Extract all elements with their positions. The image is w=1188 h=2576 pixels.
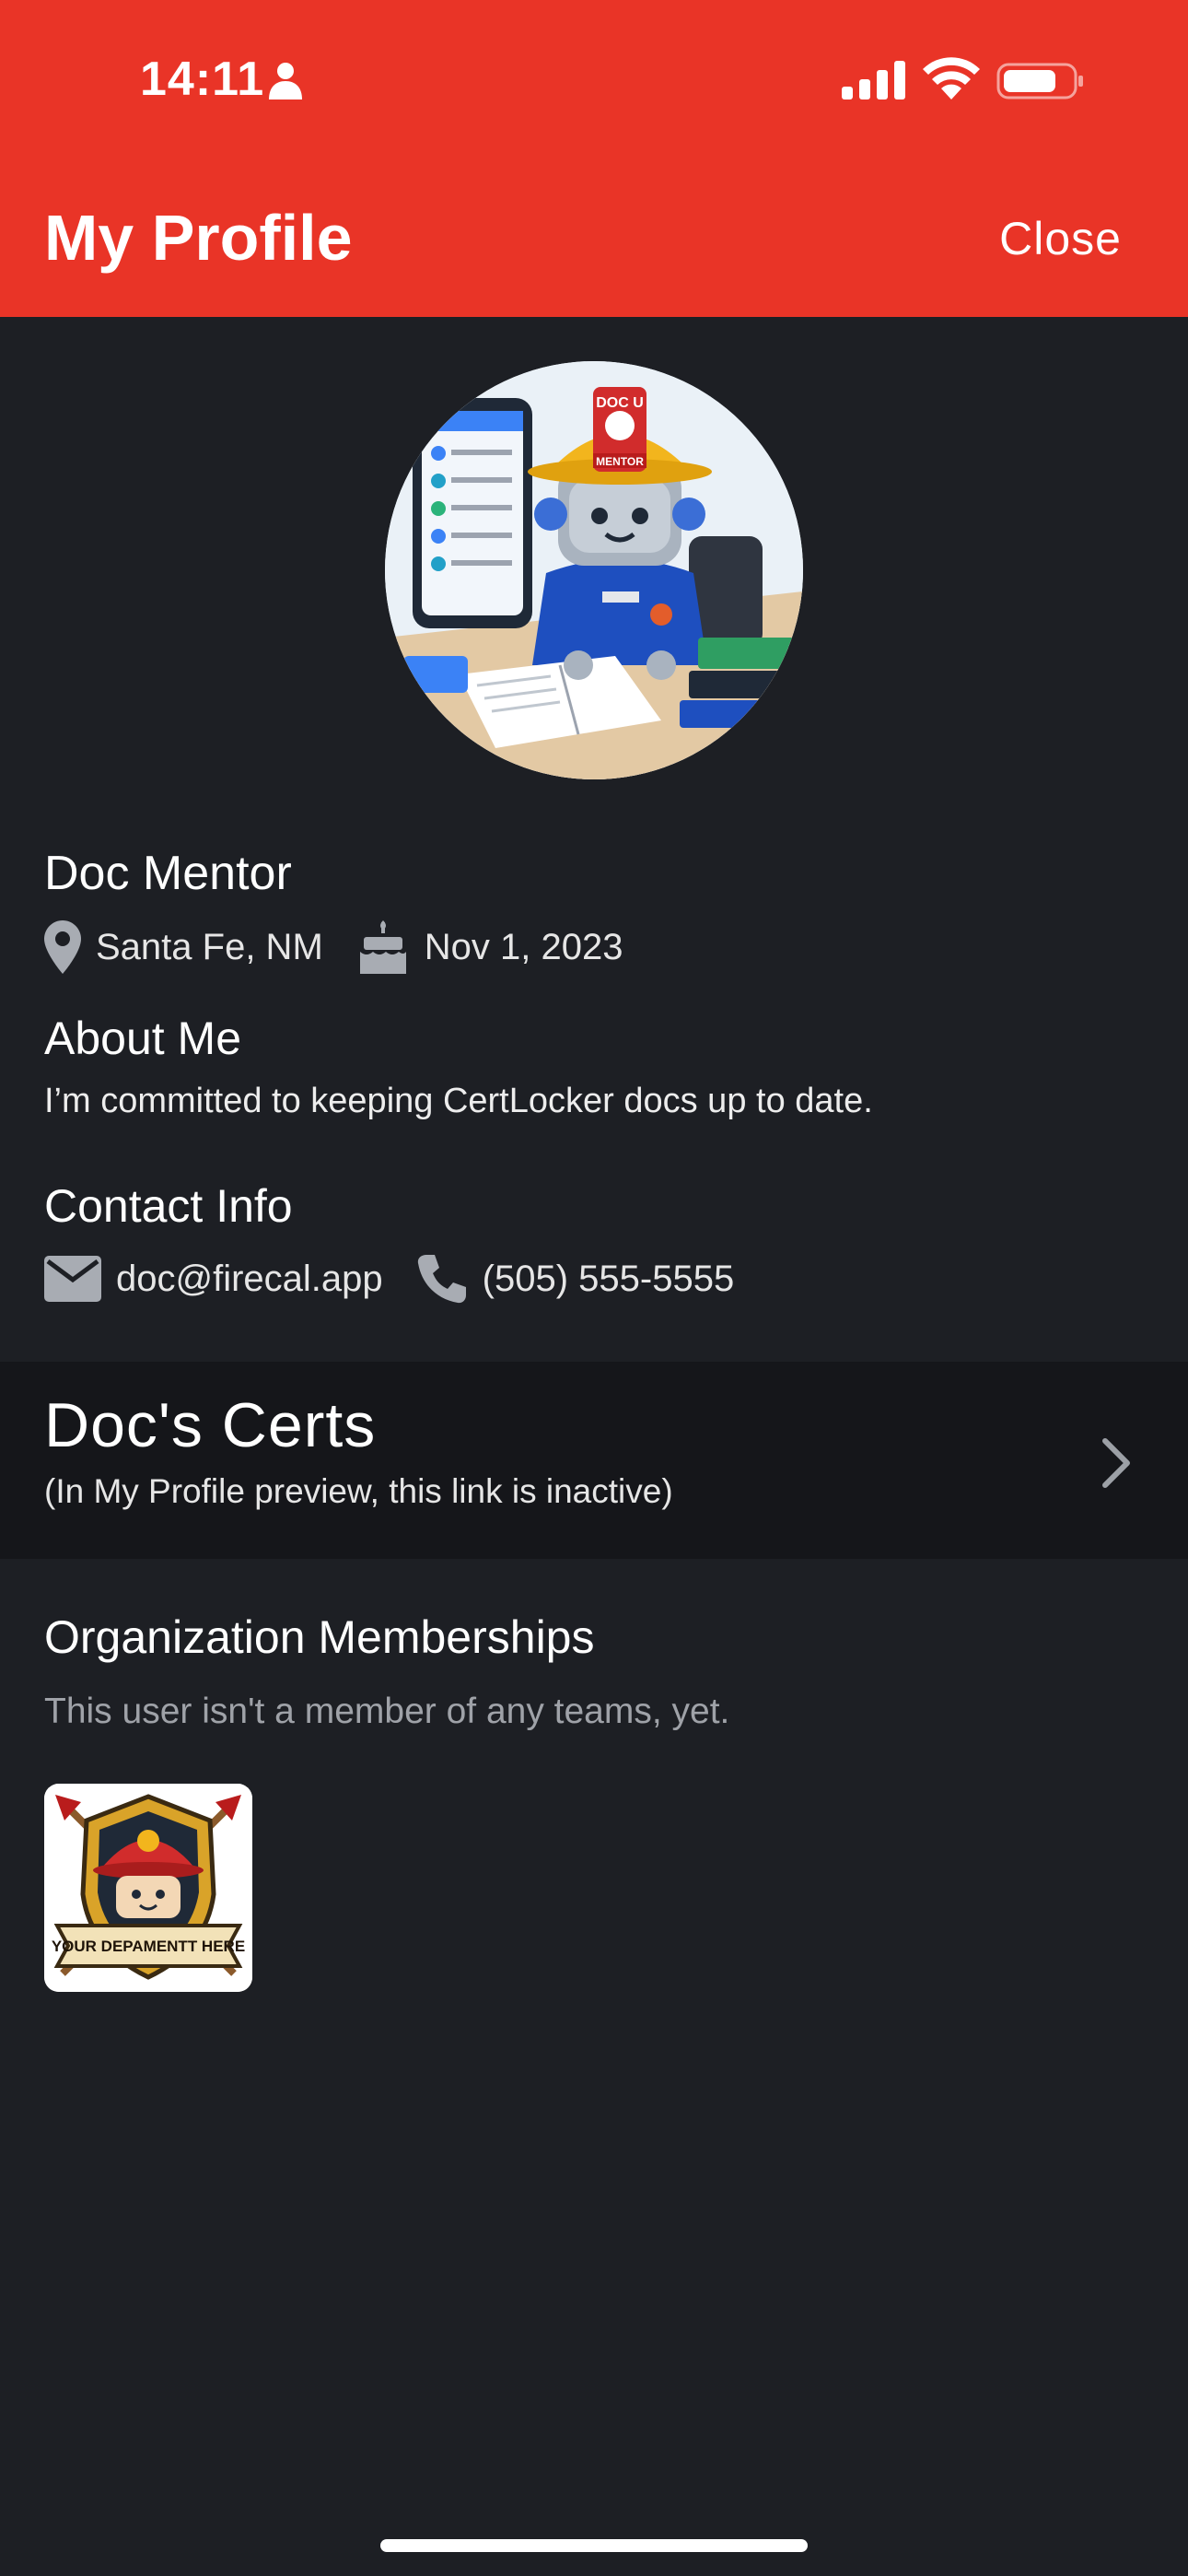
chevron-right-icon [1102, 1438, 1130, 1488]
phone-icon [417, 1255, 466, 1304]
contact-phone[interactable]: (505) 555-5555 [483, 1259, 735, 1300]
profile-avatar: DOC U MENTOR [385, 361, 803, 779]
close-button[interactable]: Close [999, 212, 1122, 265]
cellular-signal-icon [842, 61, 905, 100]
app-header: 14:11 My Profile Close [0, 0, 1188, 317]
certs-link-card[interactable]: Doc's Certs (In My Profile preview, this… [0, 1362, 1188, 1559]
wifi-icon [923, 57, 980, 100]
organizations-heading: Organization Memberships [44, 1611, 595, 1663]
profile-name: Doc Mentor [44, 847, 292, 900]
helmet-badge-text: DOC U [596, 395, 644, 411]
certs-subtitle: (In My Profile preview, this link is ina… [44, 1472, 673, 1510]
robot-firefighter-illustration: DOC U MENTOR [385, 361, 803, 779]
profile-meta-row: Santa Fe, NM Nov 1, 2023 [44, 912, 656, 982]
badge-banner-text: YOUR DEPAMENTT HERE [52, 1938, 245, 1955]
organizations-empty-text: This user isn't a member of any teams, y… [44, 1692, 730, 1731]
home-indicator[interactable] [380, 2539, 808, 2552]
firefighter-badge-illustration: YOUR DEPAMENTT HERE [44, 1784, 252, 1992]
cake-icon [359, 920, 406, 974]
status-time: 14:11 [140, 53, 265, 106]
about-text: I’m committed to keeping CertLocker docs… [44, 1082, 873, 1120]
profile-birthday: Nov 1, 2023 [424, 926, 623, 967]
envelope-icon [44, 1256, 101, 1302]
person-icon [269, 63, 302, 100]
map-pin-icon [44, 920, 81, 974]
about-heading: About Me [44, 1013, 242, 1064]
contact-row: doc@firecal.app (505) 555-5555 [44, 1244, 767, 1314]
battery-icon [996, 63, 1083, 100]
contact-heading: Contact Info [44, 1180, 293, 1232]
page-title: My Profile [44, 202, 353, 274]
certs-title: Doc's Certs [44, 1390, 377, 1460]
helmet-label-text: MENTOR [596, 455, 644, 468]
profile-location: Santa Fe, NM [96, 926, 323, 967]
department-badge: YOUR DEPAMENTT HERE [44, 1784, 252, 1992]
contact-email[interactable]: doc@firecal.app [116, 1259, 383, 1300]
